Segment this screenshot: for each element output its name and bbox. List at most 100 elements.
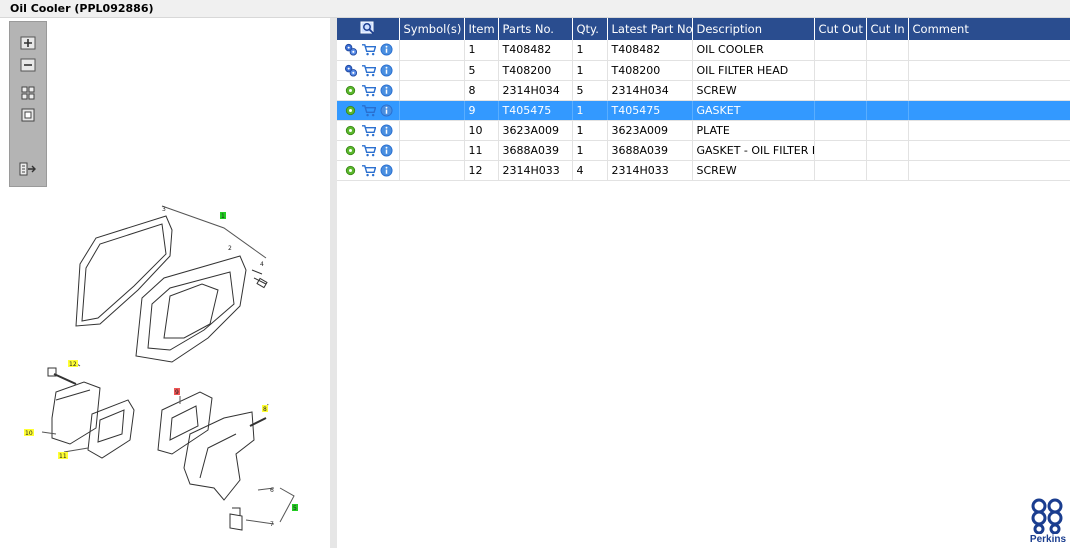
info-icon[interactable] [379, 103, 394, 117]
column-header-comment[interactable]: Comment [908, 18, 1070, 40]
column-header-parts-no[interactable]: Parts No. [498, 18, 573, 40]
info-icon[interactable] [379, 83, 394, 97]
add-to-cart-icon[interactable] [361, 43, 376, 57]
zoom-in-icon [20, 36, 36, 50]
zoom-out-button[interactable] [19, 57, 37, 73]
row-tools-cell [337, 40, 400, 61]
column-header-qty[interactable]: Qty. [572, 18, 608, 40]
cell-latest-part-no: 3688A039 [607, 140, 693, 161]
part-filter-head-5 [183, 411, 255, 501]
part-gasket-3 [75, 215, 173, 327]
part-screw-4 [251, 269, 267, 285]
add-to-cart-icon[interactable] [361, 163, 376, 177]
zoom-in-button[interactable] [19, 35, 37, 51]
add-to-cart-icon[interactable] [361, 83, 376, 97]
cell-symbols [399, 140, 465, 161]
part-gear-icon[interactable] [343, 123, 358, 137]
column-header-latest-part-no[interactable]: Latest Part No. [607, 18, 693, 40]
table-row[interactable]: 9 T405475 1 T405475 GASKET [337, 100, 1070, 121]
page-title: Oil Cooler (PPL092886) [10, 2, 154, 15]
callout-1: 1 [221, 213, 225, 220]
brand-name: Perkins [1029, 534, 1067, 545]
table-row[interactable]: 12 2314H033 4 2314H033 SCREW [337, 160, 1070, 181]
cell-description: OIL FILTER HEAD [692, 60, 815, 81]
cell-item: 12 [464, 160, 499, 181]
cell-parts-no: 2314H034 [498, 80, 573, 101]
fit-all-button[interactable] [19, 85, 37, 101]
cell-comment [908, 120, 1070, 141]
callout-11: 11 [59, 453, 67, 460]
table-row[interactable]: 10 3623A009 1 3623A009 PLATE [337, 120, 1070, 141]
callout-9: 9 [175, 389, 179, 396]
cell-qty: 1 [572, 100, 608, 121]
cell-cut-in [866, 60, 909, 81]
cell-comment [908, 100, 1070, 121]
cell-cut-in [866, 120, 909, 141]
part-gear-icon[interactable] [343, 163, 358, 177]
cell-cut-out [814, 160, 867, 181]
cell-qty: 1 [572, 140, 608, 161]
cell-description: OIL COOLER [692, 40, 815, 61]
assembly-gears-icon[interactable] [343, 43, 358, 57]
cell-description: GASKET [692, 100, 815, 121]
cell-cut-in [866, 140, 909, 161]
callout-6: 6 [270, 487, 274, 494]
callout-3: 3 [162, 206, 166, 213]
column-header-symbols[interactable]: Symbol(s) [399, 18, 465, 40]
cell-latest-part-no: T408482 [607, 40, 693, 61]
info-icon[interactable] [379, 123, 394, 137]
diagram-toolbar [9, 21, 47, 187]
add-to-cart-icon[interactable] [361, 123, 376, 137]
cell-item: 10 [464, 120, 499, 141]
cell-parts-no: 3688A039 [498, 140, 573, 161]
row-tools-cell [337, 80, 400, 101]
assembly-gears-icon[interactable] [343, 63, 358, 77]
diagram-panel: 1 2 3 4 12 9 8 10 11 6 5 7 [4, 18, 334, 548]
cell-cut-out [814, 100, 867, 121]
cell-comment [908, 80, 1070, 101]
column-header-tools[interactable] [337, 18, 400, 40]
info-icon[interactable] [379, 63, 394, 77]
part-gear-icon[interactable] [343, 83, 358, 97]
table-row[interactable]: 5 T408200 1 T408200 OIL FILTER HEAD [337, 60, 1070, 81]
cell-comment [908, 40, 1070, 61]
cell-description: SCREW [692, 160, 815, 181]
callout-10: 10 [25, 430, 33, 437]
cell-qty: 1 [572, 120, 608, 141]
cell-cut-in [866, 80, 909, 101]
export-button[interactable] [19, 161, 37, 177]
row-tools-cell [337, 120, 400, 141]
cell-latest-part-no: 2314H034 [607, 80, 693, 101]
part-gear-icon[interactable] [343, 143, 358, 157]
column-header-cut-out[interactable]: Cut Out [814, 18, 867, 40]
column-header-cut-in[interactable]: Cut In [866, 18, 909, 40]
cell-description: GASKET - OIL FILTER HEAD [692, 140, 815, 161]
info-icon[interactable] [379, 143, 394, 157]
info-icon[interactable] [379, 43, 394, 57]
actual-size-button[interactable] [19, 107, 37, 123]
info-icon[interactable] [379, 163, 394, 177]
cell-parts-no: T408482 [498, 40, 573, 61]
cell-parts-no: T408200 [498, 60, 573, 81]
cell-item: 1 [464, 40, 499, 61]
column-header-item[interactable]: Item [464, 18, 499, 40]
cell-symbols [399, 60, 465, 81]
cell-item: 8 [464, 80, 499, 101]
add-to-cart-icon[interactable] [361, 143, 376, 157]
add-to-cart-icon[interactable] [361, 103, 376, 117]
table-row[interactable]: 8 2314H034 5 2314H034 SCREW [337, 80, 1070, 101]
cell-qty: 1 [572, 40, 608, 61]
row-tools-cell [337, 140, 400, 161]
search-icon [360, 21, 374, 34]
callout-2: 2 [228, 245, 232, 252]
table-row[interactable]: 113688A03913688A039GASKET - OIL FILTER H… [337, 140, 1070, 161]
cell-parts-no: 2314H033 [498, 160, 573, 181]
column-header-description[interactable]: Description [692, 18, 815, 40]
table-row[interactable]: 1 T408482 1 T408482 OIL COOLER [337, 40, 1070, 61]
actual-size-icon [21, 108, 35, 122]
add-to-cart-icon[interactable] [361, 63, 376, 77]
fit-all-icon [21, 86, 35, 100]
part-gear-icon[interactable] [343, 103, 358, 117]
cell-symbols [399, 160, 465, 181]
cell-latest-part-no: T408200 [607, 60, 693, 81]
